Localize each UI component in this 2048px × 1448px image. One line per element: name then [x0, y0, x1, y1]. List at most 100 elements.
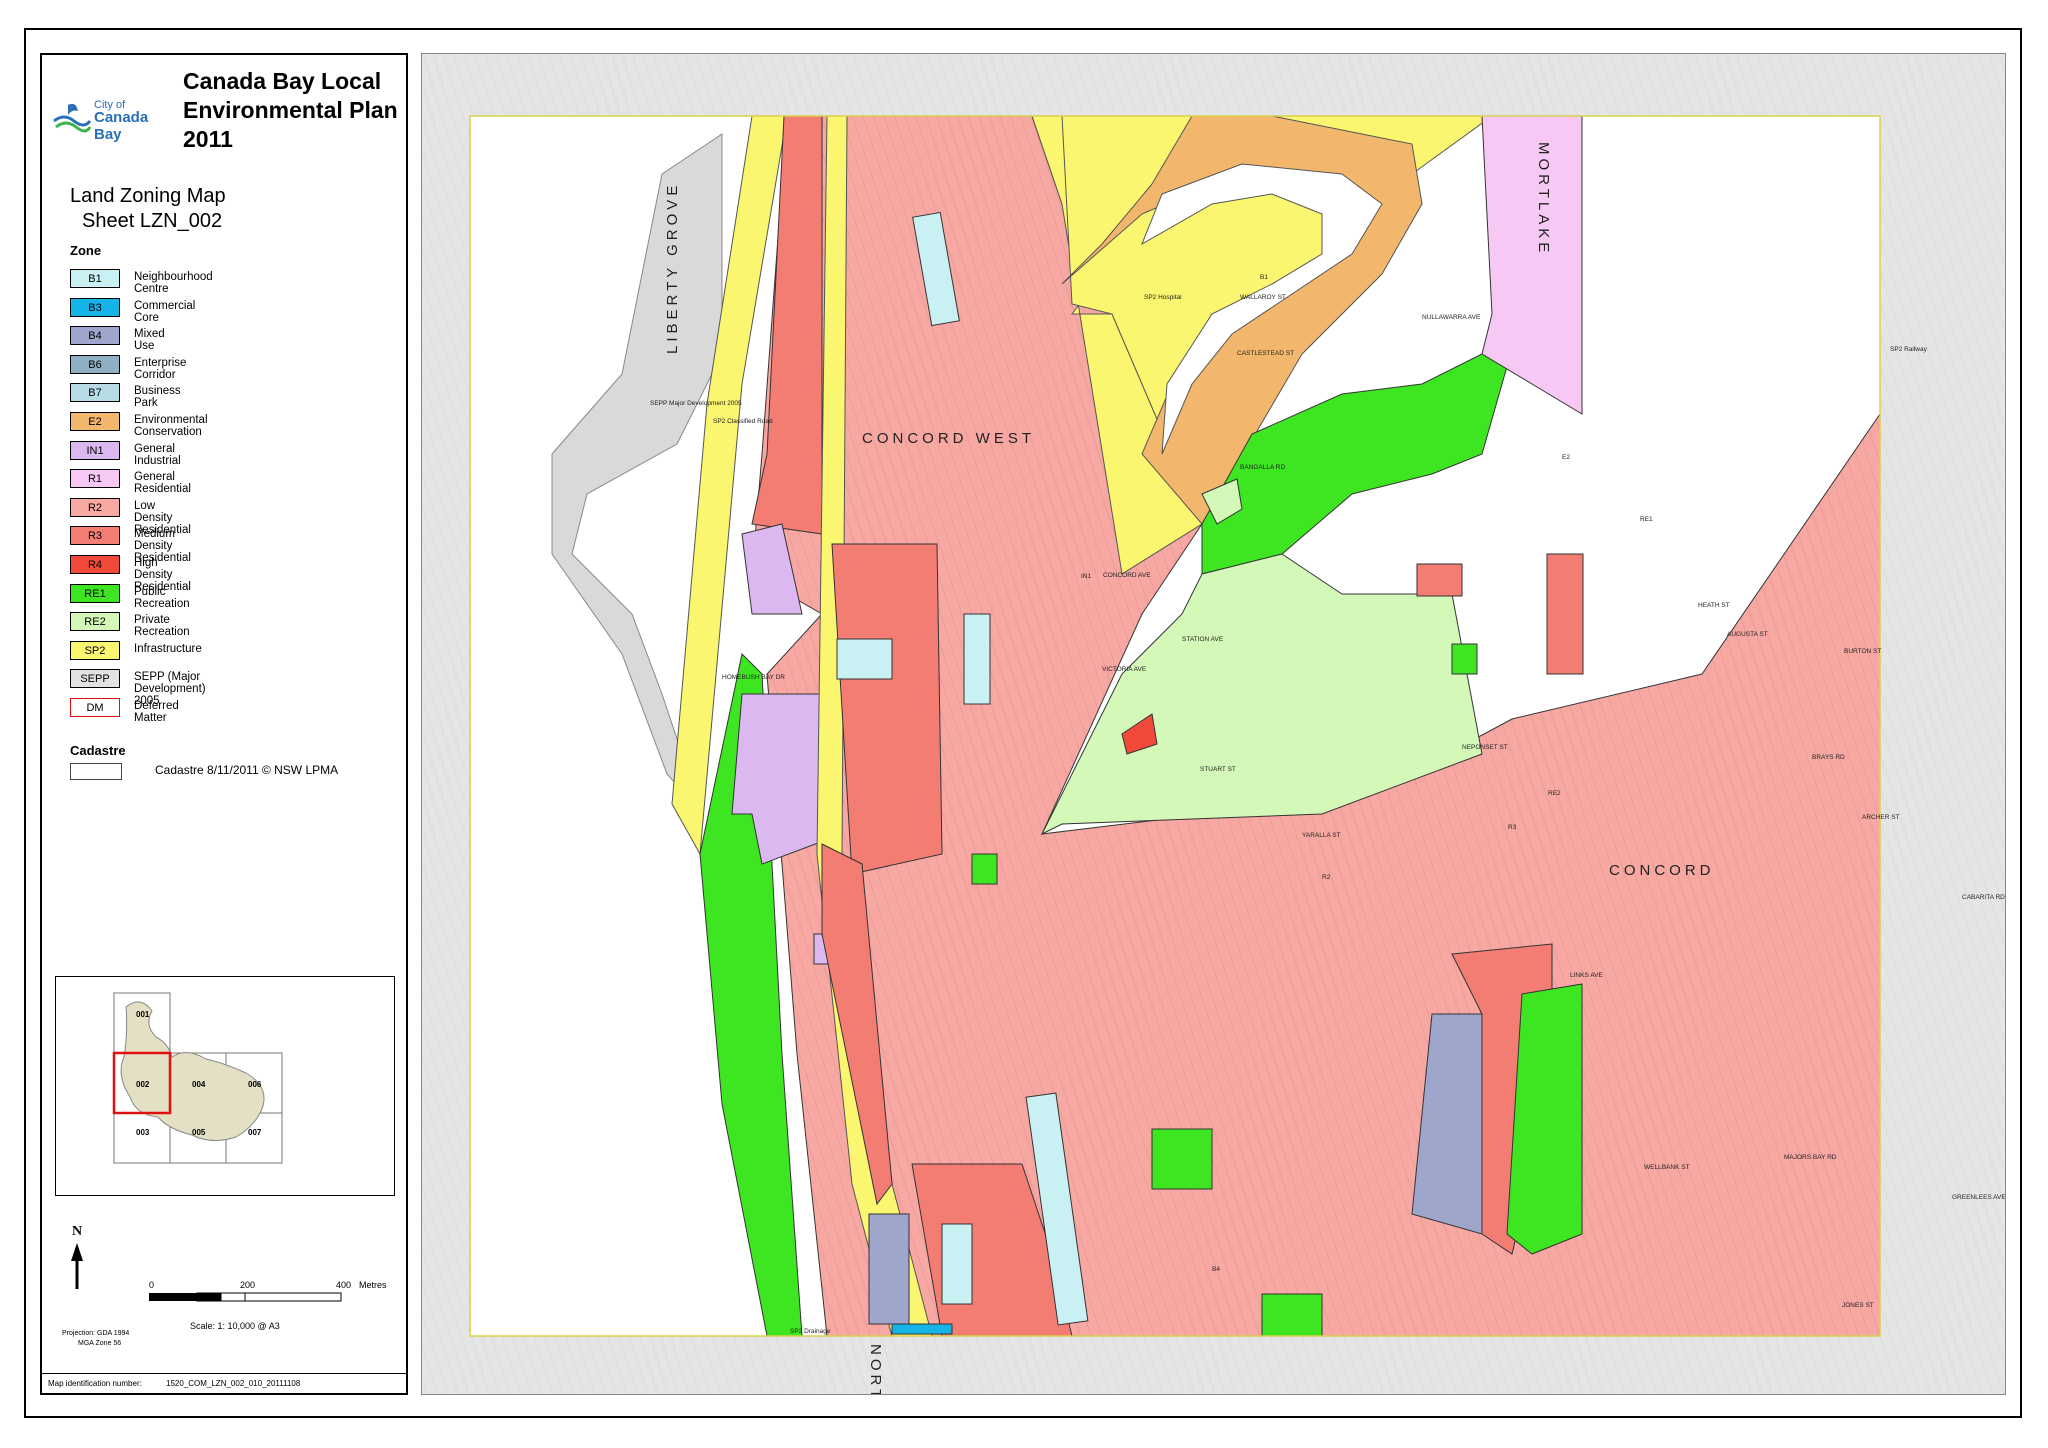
locality-label: LIBERTY GROVE [664, 181, 681, 354]
map-label: RE2 [1548, 790, 1561, 797]
legend-swatch: B7 [70, 383, 120, 403]
street-label: JONES ST [1842, 1302, 1874, 1309]
projection-label: Projection: GDA 1994 [62, 1330, 129, 1337]
scale-ratio: Scale: 1: 10,000 @ A3 [190, 1321, 280, 1331]
legend-label: Infrastructure [134, 642, 202, 655]
legend-label: General Residential [134, 471, 191, 496]
street-label: BRAYS RD [1812, 754, 1845, 761]
r3-medium-density [1416, 563, 1463, 597]
re1-public-recreation [971, 853, 998, 885]
key-sheet-label: 003 [136, 1128, 150, 1137]
map-id-value: 1520_COM_LZN_002_010_20111108 [166, 1379, 301, 1388]
scale-tick-400: 400 [336, 1280, 351, 1290]
re1-public-recreation [1261, 1293, 1323, 1337]
logo-emblem-icon [53, 103, 92, 133]
locality-label: MORTLAKE [1535, 142, 1552, 257]
legend-swatch: B6 [70, 354, 120, 374]
legend-swatch: B3 [70, 297, 120, 317]
scale-unit: Metres [359, 1280, 387, 1290]
street-label: STUART ST [1200, 766, 1236, 773]
street-label: STATION AVE [1182, 636, 1224, 643]
legend-swatch: SEPP [70, 669, 120, 689]
map-label: RE1 [1640, 516, 1653, 523]
legend-swatch: B1 [70, 269, 120, 288]
legend-swatch: R4 [70, 554, 120, 574]
legend-label: Enterprise Corridor [134, 356, 187, 381]
street-label: WALLAROY ST [1240, 294, 1286, 301]
map-id-label: Map identification number: [48, 1379, 142, 1388]
r3-medium-density [1546, 553, 1584, 675]
legend-label: Environmental Conservation [134, 413, 208, 438]
legend-swatch: B4 [70, 326, 120, 346]
map-label: SEPP Major Development 2005 [650, 400, 742, 407]
legend-label: Private Recreation [134, 614, 190, 639]
key-sheet-label: 004 [192, 1080, 206, 1089]
zoning-map[interactable]: LIBERTY GROVE CONCORD WEST CONCORD MORTL… [421, 53, 2006, 1395]
street-label: BURTON ST [1844, 648, 1882, 655]
street-label: NULLAWARRA AVE [1422, 314, 1481, 321]
locality-label: CONCORD WEST [862, 430, 1035, 447]
legend-swatch: E2 [70, 411, 120, 431]
logo-name-text: Canada Bay [94, 109, 149, 143]
map-label: SP2 Hospital [1144, 294, 1182, 301]
street-label: CABARITA RD [1962, 894, 2005, 901]
council-logo: City of Canada Bay [50, 99, 175, 143]
re1-public-recreation [1451, 643, 1478, 675]
legend-label: Mixed Use [134, 328, 165, 353]
map-label: E2 [1562, 454, 1570, 461]
map-label: R2 [1322, 874, 1331, 881]
legend-label: Commercial Core [134, 299, 196, 324]
map-label: SP2 Classified Road [713, 418, 773, 425]
street-label: CASTLESTEAD ST [1237, 350, 1295, 357]
legend-label: General Industrial [134, 442, 181, 467]
map-label: B1 [1260, 274, 1268, 281]
legend-swatch: R1 [70, 469, 120, 489]
street-label: LINKS AVE [1570, 972, 1603, 979]
key-sheet-label: 006 [248, 1080, 262, 1089]
b1-neighbourhood-centre [836, 638, 893, 680]
key-sheet-label: 007 [248, 1128, 262, 1137]
north-label: N [72, 1224, 82, 1239]
scale-tick-0: 0 [149, 1280, 154, 1290]
locality-label: CONCORD [1609, 862, 1715, 879]
legend-label: Deferred Matter [134, 699, 179, 724]
key-map: 001 002 003 004 005 006 007 [55, 976, 395, 1196]
zoning-map-canvas [422, 54, 2005, 1394]
legend-swatch: R3 [70, 526, 120, 546]
zone-heading: Zone [70, 243, 102, 258]
street-label: GREENLEES AVE [1952, 1194, 2006, 1201]
cadastre-label: Cadastre 8/11/2011 © NSW LPMA [155, 763, 339, 777]
scale-bar [149, 1292, 342, 1302]
scale-area: N 0 200 400 Metres Scale: 1: 10,000 @ A3… [42, 1215, 410, 1375]
legend-swatch: R2 [70, 497, 120, 517]
b4-mixed-use [868, 1213, 910, 1325]
b1-neighbourhood-centre [941, 1223, 973, 1305]
street-label: HEATH ST [1698, 602, 1730, 609]
b3-commercial-core [891, 1323, 953, 1335]
locality-label: NORTH [867, 1344, 884, 1395]
street-label: AUGUSTA ST [1727, 631, 1768, 638]
key-sheet-label: 005 [192, 1128, 206, 1137]
street-label: BANGALLA RD [1240, 464, 1286, 471]
key-sheet-label: 001 [136, 1010, 150, 1019]
map-id-footer: Map identification number: 1520_COM_LZN_… [42, 1373, 406, 1394]
map-name: Land Zoning Map [70, 185, 226, 207]
street-label: ARCHER ST [1862, 814, 1900, 821]
street-label: YARALLA ST [1302, 832, 1341, 839]
street-label: MAJORS BAY RD [1784, 1154, 1837, 1161]
map-label: B4 [1212, 1266, 1220, 1273]
key-sheet-label: 002 [136, 1080, 150, 1089]
street-label: VICTORIA AVE [1102, 666, 1147, 673]
street-label: CONCORD AVE [1103, 572, 1151, 579]
mga-zone-label: MGA Zone 56 [78, 1340, 121, 1347]
street-label: HOMEBUSH BAY DR [722, 674, 785, 681]
legend-label: Neighbourhood Centre [134, 271, 213, 295]
legend-label: Public Recreation [134, 585, 190, 610]
legend-swatch: RE2 [70, 612, 120, 632]
r3-medium-density [831, 543, 943, 875]
map-label: IN1 [1081, 573, 1092, 580]
legend-swatch: SP2 [70, 640, 120, 660]
map-label: R3 [1508, 824, 1517, 831]
key-map-landmass [120, 1001, 265, 1141]
cadastre-swatch [70, 763, 122, 780]
